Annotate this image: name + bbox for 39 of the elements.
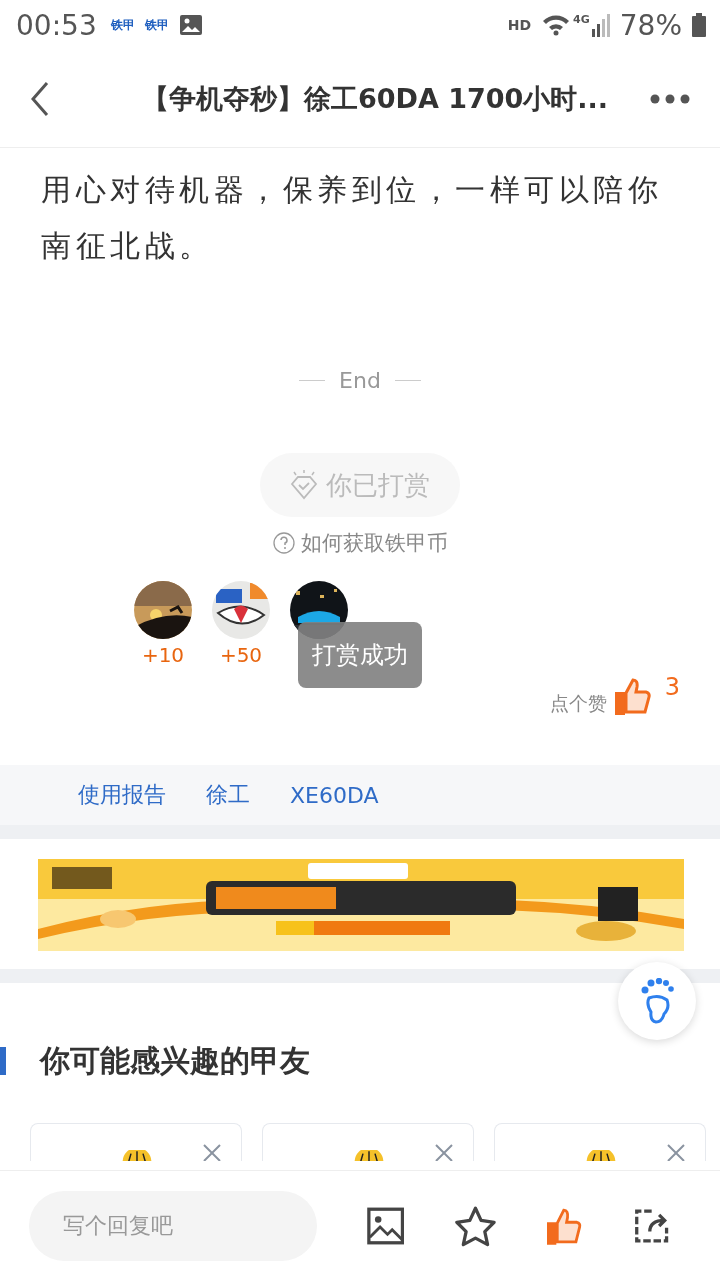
wifi-icon <box>541 13 572 37</box>
status-time: 00:53 <box>16 8 97 42</box>
footprint-button[interactable] <box>618 962 696 1040</box>
friend-card[interactable] <box>494 1123 706 1161</box>
signal-icon <box>591 13 610 37</box>
section-title: 你可能感兴趣的甲友 <box>40 1041 310 1080</box>
close-icon[interactable] <box>203 1144 221 1161</box>
end-label: End <box>339 368 381 393</box>
close-icon[interactable] <box>667 1144 685 1161</box>
reward-amount: +50 <box>219 643 263 667</box>
friend-card[interactable] <box>30 1123 242 1161</box>
footprint-icon <box>640 978 674 1024</box>
image-icon[interactable] <box>367 1205 405 1246</box>
battery-level: 78% <box>619 8 682 42</box>
battery-icon <box>692 13 706 37</box>
reply-field[interactable]: 写个回复吧 <box>29 1190 317 1261</box>
tag-link[interactable]: 使用报告 <box>78 780 166 810</box>
question-icon <box>272 532 295 554</box>
section-marker <box>0 1047 6 1075</box>
like-count: 3 <box>664 673 680 701</box>
thumbs-up-icon[interactable] <box>614 677 651 715</box>
page-title: 【争机夺秒】徐工60DA 1700小时... <box>140 81 610 116</box>
more-icon[interactable] <box>650 93 690 104</box>
tag-link[interactable]: XE60DA <box>290 782 379 808</box>
notification-label: 铁甲 <box>144 16 169 34</box>
diamond-icon <box>290 470 318 500</box>
back-icon[interactable] <box>30 80 50 117</box>
tag-link[interactable]: 徐工 <box>206 780 250 810</box>
article-text: 用心对待机器，保养到位，一样可以陪你南征北战。 <box>41 171 663 265</box>
network-label: 4G <box>573 12 590 26</box>
toast: 打赏成功 <box>298 622 422 688</box>
reward-amount: +10 <box>141 643 185 667</box>
help-link[interactable]: 如何获取铁甲币 <box>300 529 448 557</box>
close-icon[interactable] <box>435 1144 453 1161</box>
notification-label: 铁甲 <box>110 16 135 34</box>
like-label: 点个赞 <box>549 691 607 716</box>
hd-label: HD <box>507 17 532 33</box>
friend-card[interactable] <box>262 1123 474 1161</box>
gallery-icon <box>178 14 203 36</box>
